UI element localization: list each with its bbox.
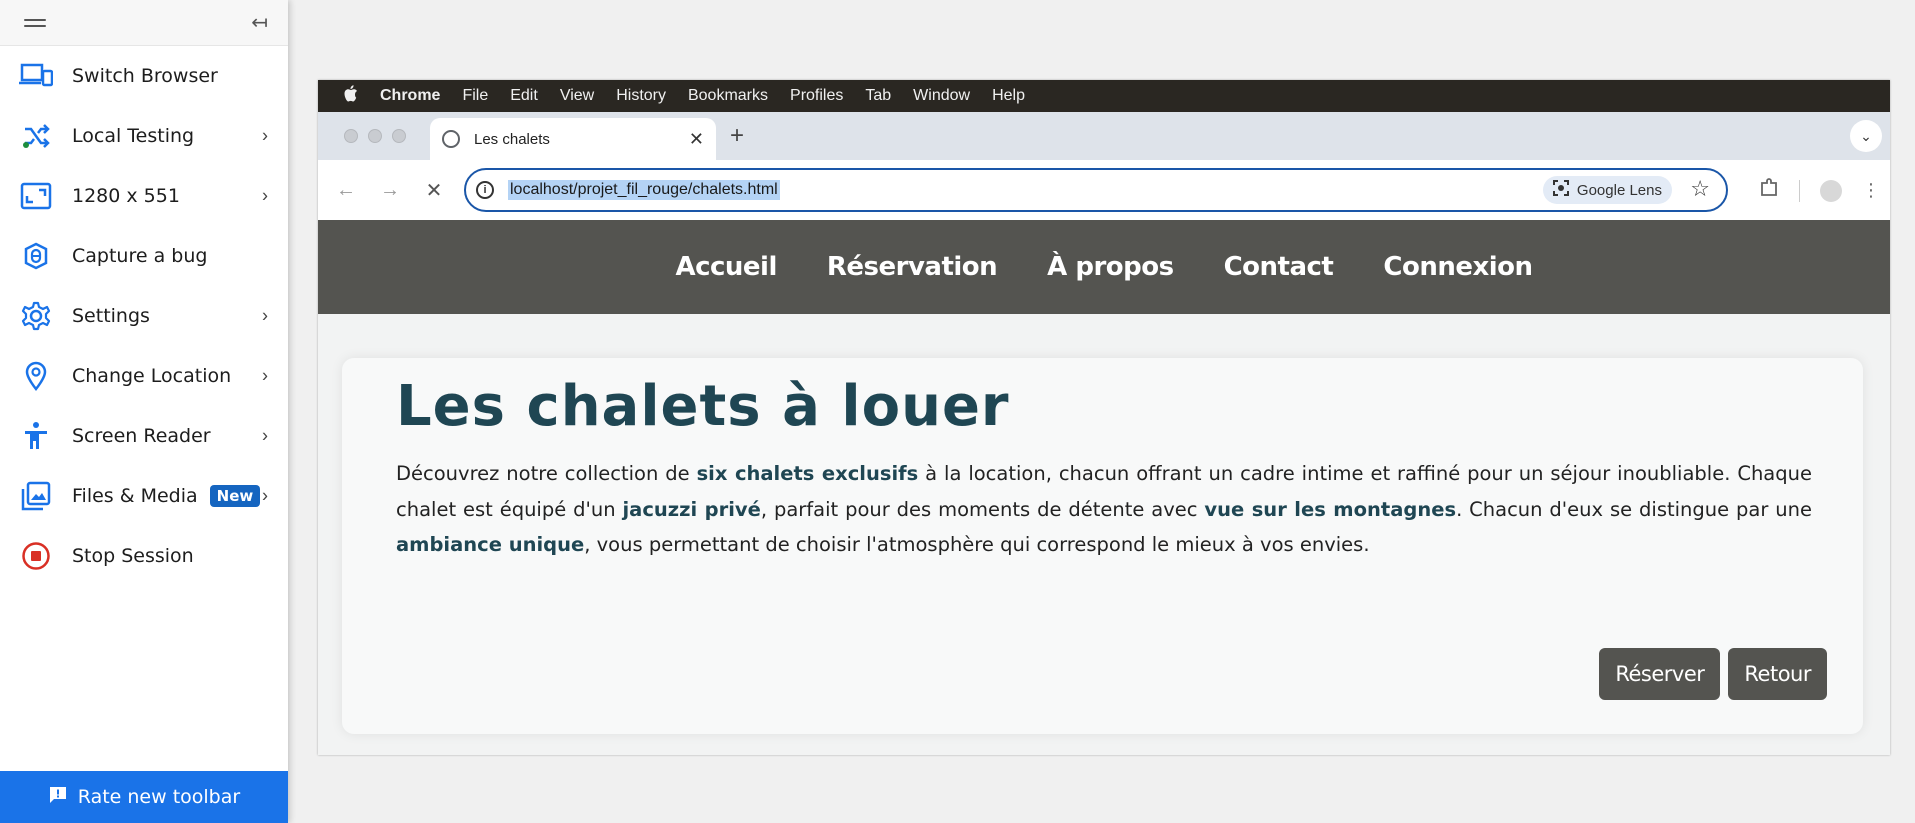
tab-search-icon[interactable]: ⌄ [1850,120,1882,152]
minimize-window-button[interactable] [368,129,382,143]
address-toolbar: ← → ✕ i localhost/projet_fil_rouge/chale… [318,160,1890,220]
mac-menubar: Chrome File Edit View History Bookmarks … [318,80,1890,112]
image-gallery-icon [18,480,54,512]
settings-label: Settings [72,305,150,327]
extensions-icon[interactable] [1759,178,1779,203]
chalets-card: Les chalets à louer Découvrez notre coll… [342,358,1863,734]
rate-toolbar-button[interactable]: Rate new toolbar [0,771,288,823]
loading-icon [442,130,460,148]
rate-toolbar-label: Rate new toolbar [77,786,241,808]
local-testing-label: Local Testing [72,125,195,147]
page-title: Les chalets à louer [396,374,1010,439]
toolbar-header: ↤ [0,0,288,46]
browser-tabstrip: Les chalets ✕ + ⌄ [318,112,1890,160]
menu-edit[interactable]: Edit [510,87,538,105]
switch-browser-label: Switch Browser [72,65,218,87]
bug-icon [18,240,54,272]
menu-view[interactable]: View [560,87,594,105]
address-bar[interactable]: i localhost/projet_fil_rouge/chalets.htm… [464,168,1728,212]
new-tab-icon[interactable]: + [730,122,744,150]
toolbar-divider [1799,179,1800,202]
menu-bookmarks[interactable]: Bookmarks [688,87,768,105]
session-toolbar: ↤ Switch Browser Local Testing › 1280 x … [0,0,288,823]
maximize-window-button[interactable] [392,129,406,143]
settings-button[interactable]: Settings › [0,286,288,346]
url-text[interactable]: localhost/projet_fil_rouge/chalets.html [508,180,780,200]
menu-window[interactable]: Window [913,87,970,105]
window-controls [344,129,406,143]
switch-browser-button[interactable]: Switch Browser [0,46,288,106]
stop-icon [18,540,54,572]
drag-handle-icon[interactable] [24,18,46,27]
capture-bug-label: Capture a bug [72,245,208,267]
collapse-toolbar-icon[interactable]: ↤ [251,13,268,33]
stop-session-label: Stop Session [72,545,194,567]
menu-history[interactable]: History [616,87,666,105]
resolution-button[interactable]: 1280 x 551 › [0,166,288,226]
feedback-icon [48,785,68,810]
change-location-label: Change Location [72,365,232,387]
nav-accueil[interactable]: Accueil [675,252,777,282]
chevron-right-icon: › [262,125,268,146]
devices-icon [18,60,54,92]
menu-profiles[interactable]: Profiles [790,87,843,105]
lens-icon [1552,180,1569,200]
more-menu-icon[interactable]: ⋮ [1862,180,1880,201]
screen-reader-label: Screen Reader [72,425,211,447]
browser-tab[interactable]: Les chalets ✕ [430,118,716,160]
menu-file[interactable]: File [462,87,488,105]
nav-a-propos[interactable]: À propos [1047,252,1174,282]
files-media-button[interactable]: Files & Media New › [0,466,288,526]
forward-icon[interactable]: → [368,179,412,202]
close-window-button[interactable] [344,129,358,143]
chevron-right-icon: › [262,185,268,206]
local-testing-button[interactable]: Local Testing › [0,106,288,166]
nav-connexion[interactable]: Connexion [1383,252,1533,282]
site-navigation: Accueil Réservation À propos Contact Con… [318,220,1890,314]
back-icon[interactable]: ← [324,179,368,202]
change-location-button[interactable]: Change Location › [0,346,288,406]
resolution-label: 1280 x 551 [72,185,180,207]
remote-screen: Chrome File Edit View History Bookmarks … [318,80,1890,755]
bookmark-star-icon[interactable]: ☆ [1690,176,1710,202]
menu-tab[interactable]: Tab [865,87,891,105]
location-pin-icon [18,360,54,392]
files-media-label: Files & Media [72,485,198,507]
tab-title: Les chalets [474,130,550,148]
menu-help[interactable]: Help [992,87,1025,105]
intro-paragraph: Découvrez notre collection de six chalet… [396,462,1812,556]
card-actions: Réserver Retour [1599,648,1827,700]
browser-actions: ⋮ [1759,178,1880,203]
chevron-right-icon: › [262,365,268,386]
nav-contact[interactable]: Contact [1224,252,1334,282]
gear-icon [18,300,54,332]
chevron-right-icon: › [262,425,268,446]
apple-icon[interactable] [342,84,358,108]
accessibility-icon [18,420,54,452]
google-lens-button[interactable]: Google Lens [1542,176,1672,204]
reserve-button[interactable]: Réserver [1599,648,1721,700]
stop-session-button[interactable]: Stop Session [0,526,288,586]
page-body: Les chalets à louer Découvrez notre coll… [318,314,1890,755]
menu-chrome[interactable]: Chrome [380,87,440,105]
lens-label: Google Lens [1576,181,1662,199]
profile-avatar[interactable] [1820,179,1842,202]
stop-loading-icon[interactable]: ✕ [412,178,456,203]
close-tab-icon[interactable]: ✕ [689,129,704,150]
capture-bug-button[interactable]: Capture a bug [0,226,288,286]
nav-reservation[interactable]: Réservation [827,252,998,282]
chevron-right-icon: › [262,485,268,506]
shuffle-icon [18,120,54,152]
screen-reader-button[interactable]: Screen Reader › [0,406,288,466]
new-badge: New [209,485,261,507]
site-info-icon[interactable]: i [476,181,494,199]
back-button[interactable]: Retour [1728,648,1827,700]
resolution-icon [18,180,54,212]
chevron-right-icon: › [262,305,268,326]
